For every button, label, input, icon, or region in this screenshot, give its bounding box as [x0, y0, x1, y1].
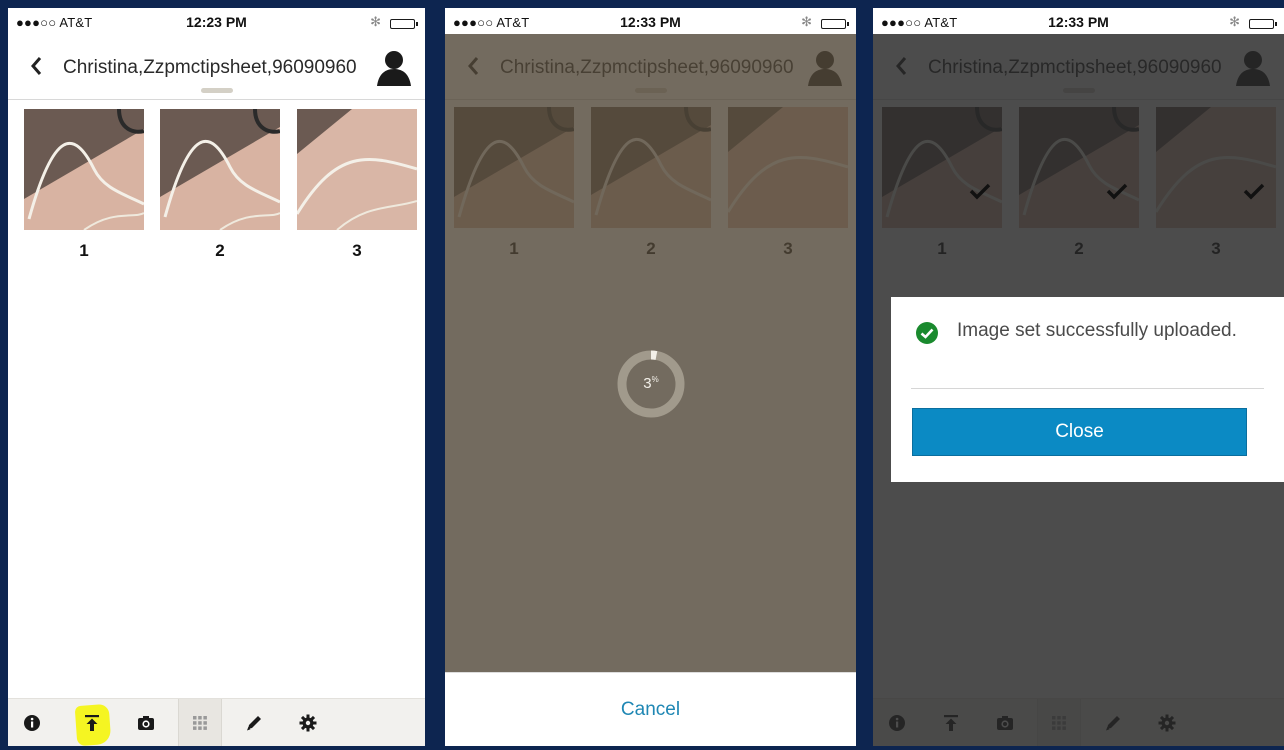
photo-thumbnail[interactable] — [297, 109, 417, 230]
bluetooth-icon: ✻ — [1229, 14, 1240, 29]
drawer-handle[interactable] — [200, 88, 233, 93]
bottom-toolbar — [8, 698, 425, 746]
status-bar: ●●●○○ AT&T 12:33 PM ✻ — [873, 8, 1284, 34]
gear-icon — [299, 714, 317, 732]
battery-icon — [1249, 19, 1277, 29]
thumbnail-number: 2 — [215, 241, 225, 260]
photo-thumbnail[interactable] — [24, 109, 144, 230]
dialog-divider — [911, 388, 1264, 389]
settings-button[interactable] — [286, 699, 330, 746]
grid-icon — [193, 716, 207, 730]
clock: 12:33 PM — [620, 14, 681, 30]
thumbnail-number: 3 — [352, 241, 362, 260]
uploaded-check-icon — [1106, 183, 1128, 200]
upload-progress-ring: 3% — [615, 348, 687, 420]
cancel-button[interactable]: Cancel — [445, 673, 856, 746]
battery-icon — [390, 19, 418, 29]
pencil-icon — [247, 716, 261, 731]
patient-title: Christina,Zzpmctipsheet,96090960 — [63, 57, 357, 78]
info-icon — [24, 715, 40, 731]
upload-icon — [85, 715, 99, 731]
upload-success-dialog: Image set successfully uploaded. Close — [891, 297, 1284, 482]
grid-view-button[interactable] — [178, 699, 222, 746]
success-check-icon — [916, 322, 938, 344]
info-button[interactable] — [10, 699, 54, 746]
bluetooth-icon: ✻ — [801, 14, 812, 29]
back-chevron-icon[interactable] — [28, 54, 44, 78]
patient-avatar-icon[interactable] — [375, 48, 413, 86]
upload-button[interactable] — [70, 699, 114, 746]
uploaded-check-icon — [969, 183, 991, 200]
photo-thumbnail[interactable] — [160, 109, 280, 230]
app-header: Christina,Zzpmctipsheet,96090960 — [8, 34, 425, 100]
status-bar: ●●●○○ AT&T 12:23 PM ✻ — [8, 8, 425, 34]
close-button[interactable]: Close — [912, 408, 1247, 456]
thumbnail-number: 1 — [79, 241, 89, 260]
clock: 12:23 PM — [186, 14, 247, 30]
screen-upload-complete: ●●●○○ AT&T 12:33 PM ✻ Christina,Zzpmctip… — [873, 8, 1284, 746]
cancel-bar: Cancel — [445, 672, 856, 746]
thumbnail-grid: 1 2 3 — [8, 109, 425, 269]
camera-button[interactable] — [124, 699, 168, 746]
battery-icon — [821, 19, 849, 29]
status-bar: ●●●○○ AT&T 12:33 PM ✻ — [445, 8, 856, 34]
bluetooth-icon: ✻ — [370, 14, 381, 29]
screen-uploading: ●●●○○ AT&T 12:33 PM ✻ Christina,Zzpmctip… — [445, 8, 856, 746]
uploaded-check-icon — [1243, 183, 1265, 200]
success-message: Image set successfully uploaded. — [957, 320, 1237, 341]
annotate-button[interactable] — [232, 699, 276, 746]
screen-image-set: ●●●○○ AT&T 12:23 PM ✻ Christina,Zzpmctip… — [8, 8, 425, 746]
camera-icon — [138, 716, 154, 730]
clock: 12:33 PM — [1048, 14, 1109, 30]
progress-label: 3% — [643, 375, 659, 392]
